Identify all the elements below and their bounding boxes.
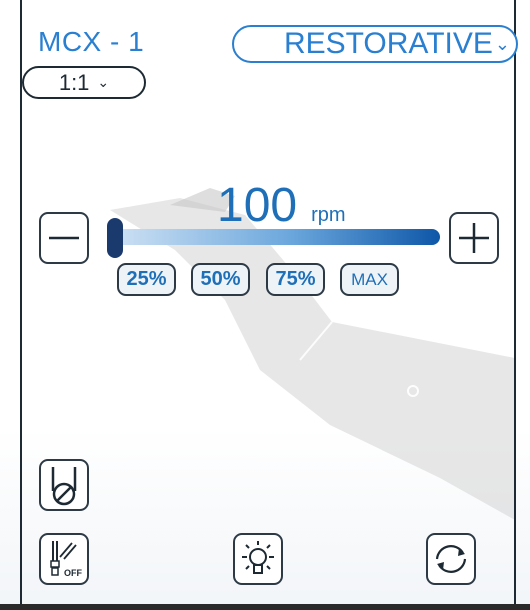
bur-button[interactable] bbox=[39, 459, 89, 511]
bur-icon bbox=[51, 467, 77, 506]
speed-display: 100 rpm bbox=[217, 178, 346, 233]
ratio-dropdown[interactable]: 1:1 ⌄ bbox=[22, 66, 146, 99]
mode-dropdown[interactable]: RESTORATIVE ⌄ bbox=[232, 25, 518, 63]
left-edge bbox=[20, 0, 22, 610]
chevron-down-icon: ⌄ bbox=[97, 74, 110, 90]
svg-text:OFF: OFF bbox=[64, 568, 82, 578]
increase-speed-button[interactable] bbox=[449, 212, 499, 264]
spray-off-icon: OFF bbox=[50, 541, 82, 578]
preset-25-button[interactable]: 25% bbox=[117, 263, 176, 296]
device-label: MCX - 1 bbox=[38, 26, 145, 57]
minus-icon bbox=[49, 236, 79, 240]
speed-value: 100 bbox=[217, 179, 298, 232]
chevron-down-icon: ⌄ bbox=[494, 33, 510, 54]
speed-slider-thumb[interactable] bbox=[107, 218, 123, 258]
bottom-edge bbox=[0, 604, 530, 610]
preset-max-button[interactable]: MAX bbox=[340, 263, 399, 296]
speed-unit: rpm bbox=[311, 204, 346, 226]
light-bulb-icon bbox=[242, 541, 274, 574]
rotation-icon bbox=[435, 545, 467, 573]
mode-label: RESTORATIVE bbox=[283, 27, 493, 60]
decrease-speed-button[interactable] bbox=[39, 212, 89, 264]
preset-50-button[interactable]: 50% bbox=[191, 263, 250, 296]
right-edge bbox=[514, 0, 516, 610]
spray-off-button[interactable]: OFF bbox=[39, 533, 89, 585]
preset-75-button[interactable]: 75% bbox=[266, 263, 325, 296]
light-button[interactable] bbox=[233, 533, 283, 585]
plus-icon bbox=[459, 223, 489, 253]
speed-slider-track[interactable] bbox=[112, 229, 440, 245]
rotation-direction-button[interactable] bbox=[426, 533, 476, 585]
ratio-label: 1:1 bbox=[58, 69, 90, 95]
